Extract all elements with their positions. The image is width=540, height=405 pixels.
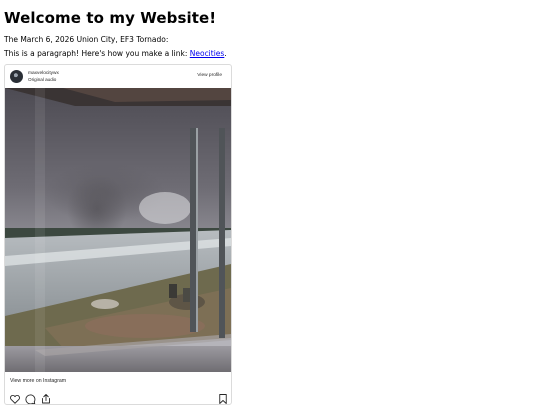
link-paragraph: This is a paragraph! Here's how you make…	[4, 49, 227, 58]
view-profile-button[interactable]: View profile	[192, 70, 227, 82]
share-icon[interactable]	[40, 393, 52, 405]
heart-icon[interactable]	[9, 393, 21, 405]
link-paragraph-suffix: .	[224, 49, 227, 58]
bookmark-icon[interactable]	[217, 393, 229, 405]
video-thumbnail[interactable]	[5, 88, 231, 372]
action-bar	[9, 393, 229, 405]
link-paragraph-prefix: This is a paragraph! Here's how you make…	[4, 49, 190, 58]
view-more-on-instagram-link[interactable]: View more on Instagram	[10, 378, 66, 384]
avatar[interactable]	[10, 70, 23, 83]
page-title: Welcome to my Website!	[4, 9, 217, 27]
intro-paragraph: The March 6, 2026 Union City, EF3 Tornad…	[4, 35, 169, 44]
audio-label[interactable]: Original audio	[28, 77, 56, 82]
instagram-embed: maxvelocitywx Original audio View profil…	[4, 64, 232, 405]
instagram-username[interactable]: maxvelocitywx	[28, 71, 59, 76]
comment-icon[interactable]	[24, 393, 36, 405]
neocities-link[interactable]: Neocities	[190, 49, 225, 58]
instagram-header: maxvelocitywx Original audio View profil…	[5, 65, 231, 88]
